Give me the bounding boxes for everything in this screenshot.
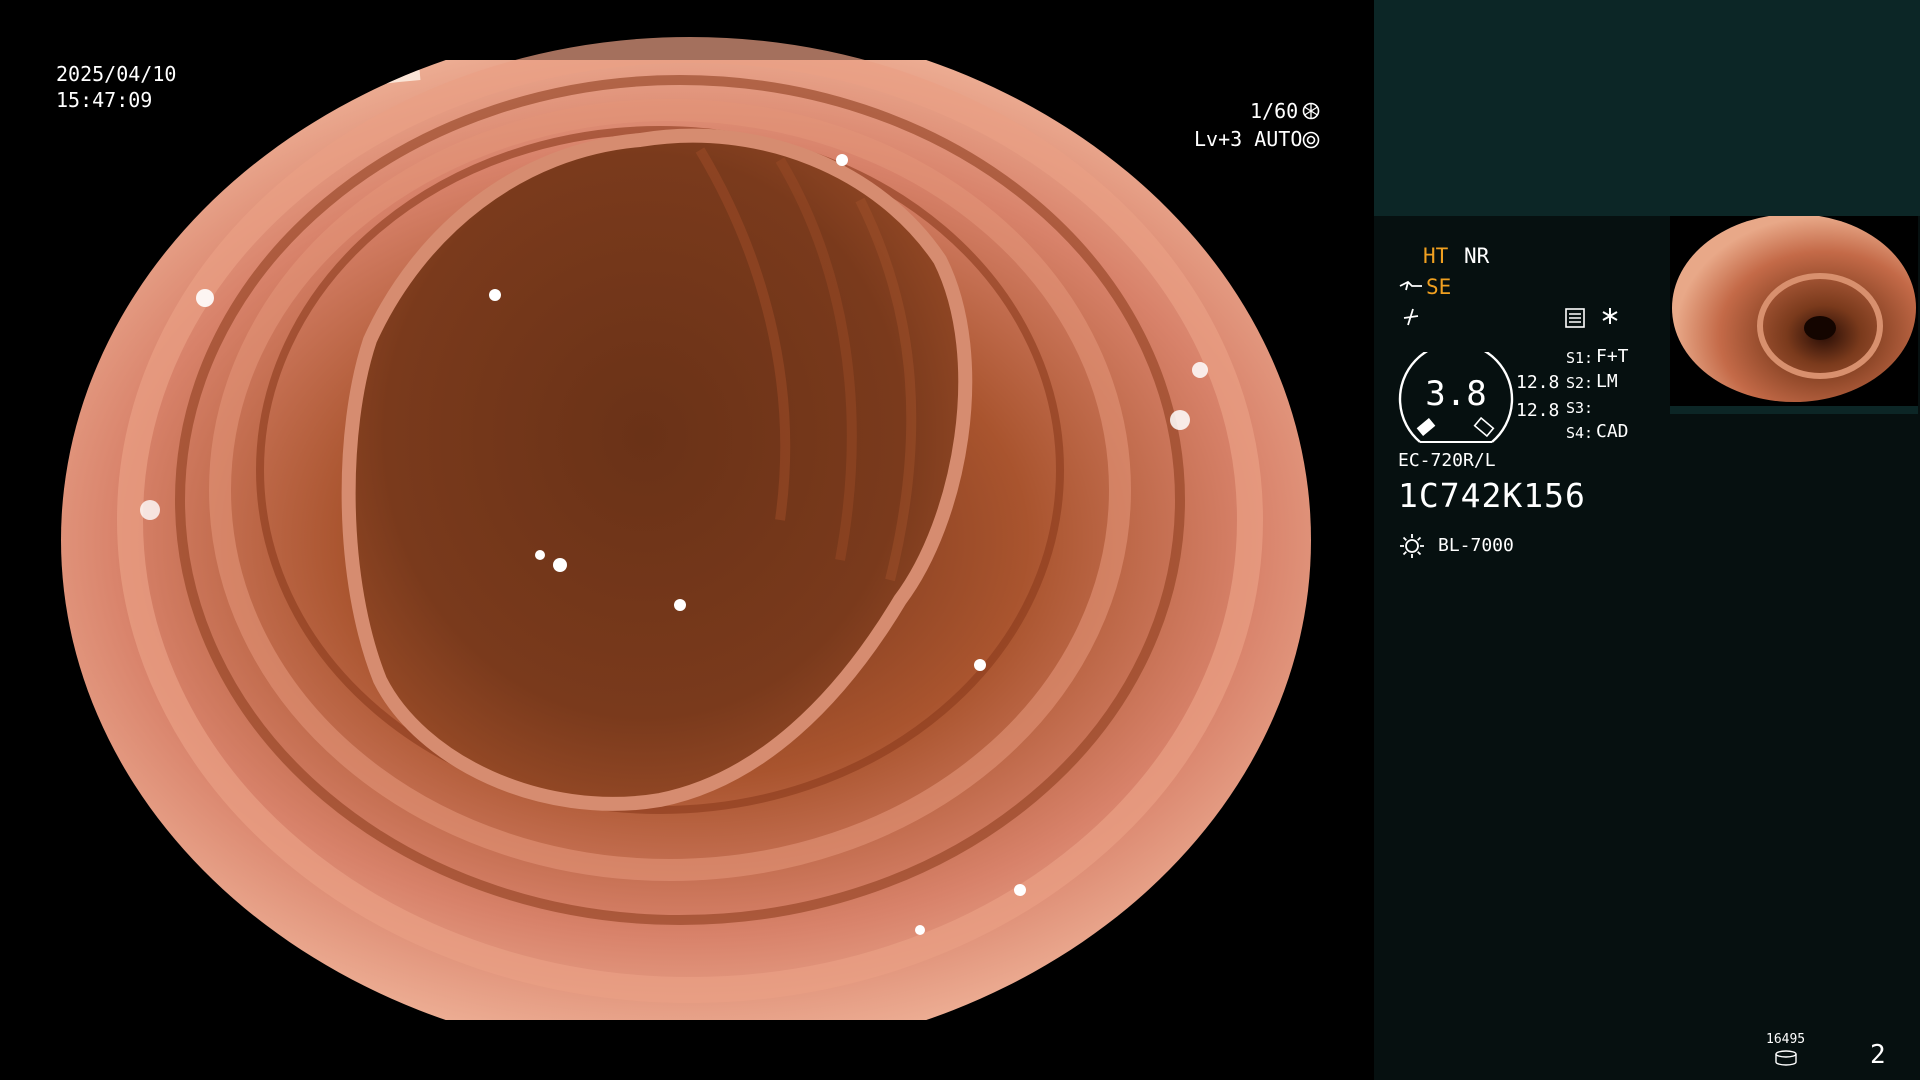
capture-date: 2025/04/10 — [56, 62, 177, 86]
gauge-value: 3.8 — [1425, 374, 1487, 414]
menu-icon — [1564, 307, 1586, 329]
asterisk-icon — [1600, 306, 1620, 326]
scope-icon — [1398, 276, 1424, 296]
iris-mode: Lv+3 AUTO — [1194, 127, 1303, 151]
switch-4-value: CAD — [1596, 421, 1629, 442]
iris-icon — [1302, 131, 1320, 149]
scope-serial: 1C742K156 — [1398, 476, 1586, 515]
aperture-icon — [1302, 102, 1320, 120]
light-source-model: BL-7000 — [1438, 535, 1514, 556]
capture-time: 15:47:09 — [56, 88, 153, 112]
magnification-gauge: 3.8 — [1398, 352, 1514, 444]
switch-1-label: S1: — [1566, 349, 1594, 367]
freeze-icon — [1400, 306, 1422, 328]
gauge-reading-2: 12.8 — [1516, 400, 1560, 421]
switch-1-value: F+T — [1596, 346, 1629, 367]
shutter-speed: 1/60 — [1250, 99, 1299, 123]
previous-capture-thumbnail[interactable] — [1670, 216, 1918, 414]
endoscope-image — [61, 37, 1311, 1020]
switch-4-label: S4: — [1566, 424, 1594, 442]
scope-model: EC-720R/L — [1398, 450, 1496, 471]
sun-icon — [1398, 532, 1426, 560]
page-number: 2 — [1870, 1040, 1886, 1070]
switch-2-value: LM — [1596, 371, 1618, 392]
panel-header-area — [1374, 0, 1920, 216]
ht-indicator: HT — [1423, 244, 1449, 268]
switch-3-label: S3: — [1566, 399, 1594, 417]
gauge-reading-1: 12.8 — [1516, 372, 1560, 393]
endoscope-live-view: 2025/04/10 15:47:09 1/60 Lv+3 AUTO — [0, 0, 1374, 1080]
se-indicator: SE — [1426, 275, 1452, 299]
status-panel: HT NR SE 3.8 12.8 12.8 S1: F+T S2: LM S3… — [1374, 0, 1920, 1080]
image-counter: 16495 — [1766, 1032, 1806, 1047]
switch-2-label: S2: — [1566, 374, 1594, 392]
disk-icon — [1774, 1050, 1798, 1066]
nr-indicator: NR — [1464, 244, 1490, 268]
